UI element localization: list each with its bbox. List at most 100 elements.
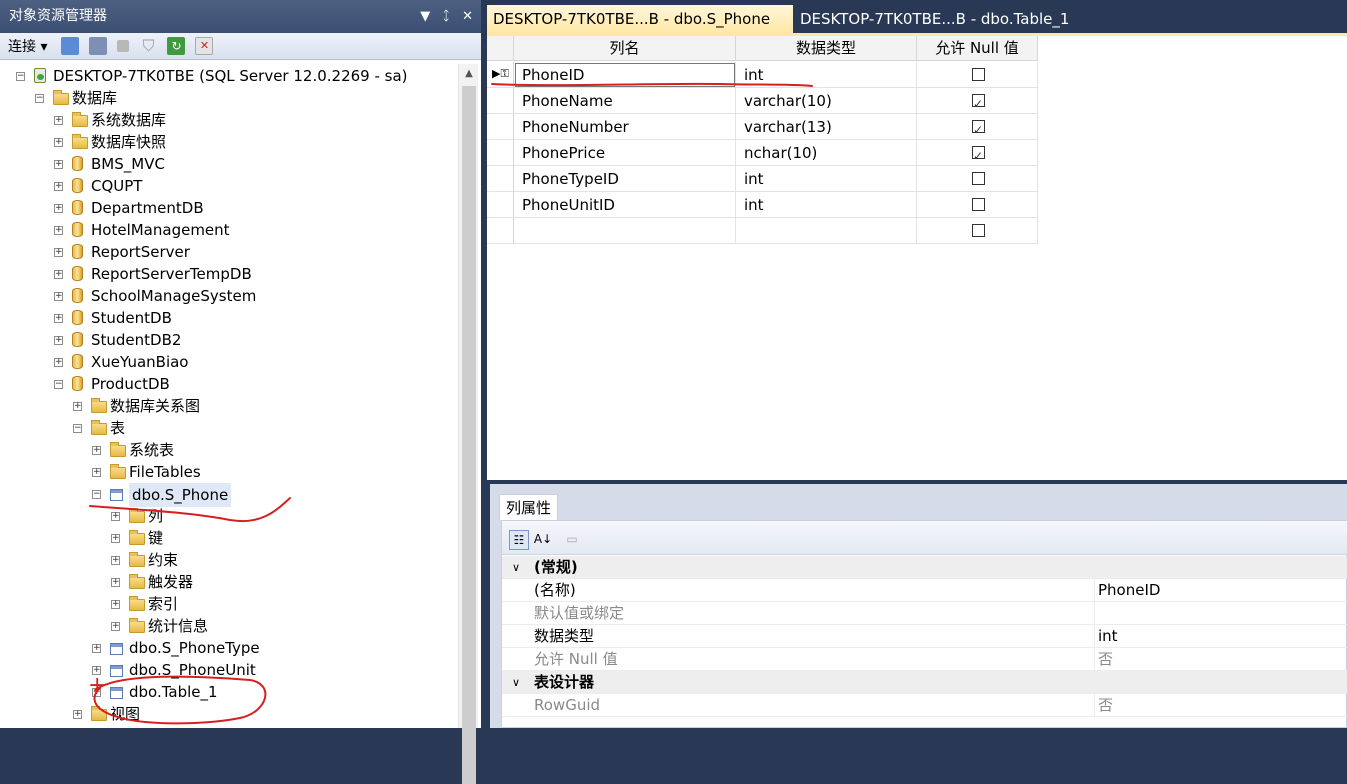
tree-node[interactable]: 系统表: [92, 439, 440, 461]
expand-icon[interactable]: [54, 138, 63, 147]
property-row[interactable]: 默认值或绑定: [502, 602, 1347, 625]
tree-node-label[interactable]: 约束: [148, 549, 178, 571]
table-row[interactable]: [487, 218, 1038, 244]
table-row[interactable]: ▶⚿ PhoneID int: [487, 62, 1038, 88]
connect-object-explorer-icon[interactable]: [61, 37, 80, 55]
allow-null-checkbox[interactable]: [972, 143, 985, 169]
data-type-cell[interactable]: int: [736, 62, 917, 88]
collapse-icon[interactable]: [54, 380, 63, 389]
sort-alphabetical-icon[interactable]: A↓: [533, 530, 553, 550]
data-type-cell[interactable]: varchar(10): [736, 88, 917, 114]
tree-node-label[interactable]: ReportServer: [91, 241, 190, 263]
collapse-icon[interactable]: [73, 424, 82, 433]
tree-node[interactable]: 触发器: [111, 571, 440, 593]
expand-icon[interactable]: [54, 358, 63, 367]
close-icon[interactable]: ✕: [462, 0, 473, 33]
stop-icon[interactable]: [117, 40, 130, 52]
tree-node-label[interactable]: 统计信息: [148, 615, 208, 637]
tree-node[interactable]: 视图: [73, 703, 440, 725]
tree-node[interactable]: DESKTOP-7TK0TBE (SQL Server 12.0.2269 - …: [16, 65, 440, 87]
row-selector[interactable]: ▶⚿: [487, 62, 514, 88]
allow-null-checkbox[interactable]: [972, 224, 985, 237]
tree-node[interactable]: 索引: [111, 593, 440, 615]
data-type-cell[interactable]: int: [736, 166, 917, 192]
expand-icon[interactable]: [54, 160, 63, 169]
expand-icon[interactable]: [111, 622, 120, 631]
row-selector[interactable]: [487, 114, 514, 140]
tree-node[interactable]: CQUPT: [54, 175, 440, 197]
tree-node-label[interactable]: 数据库关系图: [110, 395, 200, 417]
expand-icon[interactable]: [54, 292, 63, 301]
row-selector[interactable]: [487, 218, 514, 244]
filter-icon[interactable]: ⛉: [139, 37, 157, 55]
tree-node-label[interactable]: ReportServerTempDB: [91, 263, 252, 285]
tree-node-label[interactable]: dbo.S_PhoneType: [129, 637, 260, 659]
tree-node[interactable]: 系统数据库: [54, 109, 440, 131]
property-value[interactable]: 否: [1098, 648, 1113, 671]
tree-node[interactable]: StudentDB2: [54, 329, 440, 351]
row-selector[interactable]: [487, 88, 514, 114]
column-name-cell[interactable]: PhoneTypeID: [514, 166, 736, 192]
tree-node[interactable]: BMS_MVC: [54, 153, 440, 175]
tree-node[interactable]: dbo.S_PhoneUnit: [92, 659, 440, 681]
allow-null-checkbox[interactable]: [972, 198, 985, 211]
expand-icon[interactable]: [111, 512, 120, 521]
table-row[interactable]: PhoneName varchar(10): [487, 88, 1038, 117]
disconnect-icon[interactable]: [89, 37, 108, 55]
data-type-cell[interactable]: varchar(13): [736, 114, 917, 140]
tree-node-label[interactable]: HotelManagement: [91, 219, 230, 241]
tree-node[interactable]: 数据库: [35, 87, 440, 109]
row-selector[interactable]: [487, 140, 514, 166]
tree-node[interactable]: StudentDB: [54, 307, 440, 329]
scroll-up-arrow-icon[interactable]: ▲: [459, 64, 479, 84]
tree-node[interactable]: 数据库关系图: [73, 395, 440, 417]
chevron-down-icon[interactable]: ∨: [512, 556, 520, 579]
data-type-cell[interactable]: int: [736, 192, 917, 218]
table-row[interactable]: PhoneUnitID int: [487, 192, 1038, 218]
categorized-icon[interactable]: ☷: [509, 530, 529, 550]
tree-node-label[interactable]: BMS_MVC: [91, 153, 165, 175]
column-name-cell[interactable]: PhoneUnitID: [514, 192, 736, 218]
tree-node[interactable]: 约束: [111, 549, 440, 571]
collapse-icon[interactable]: [16, 72, 25, 81]
scrollbar-thumb[interactable]: [462, 86, 476, 784]
connect-button[interactable]: 连接 ▾: [8, 36, 47, 56]
expand-icon[interactable]: [54, 204, 63, 213]
column-name-cell[interactable]: PhoneNumber: [514, 114, 736, 140]
tree-node[interactable]: 键: [111, 527, 440, 549]
property-row[interactable]: (名称) PhoneID: [502, 579, 1347, 602]
tree-node-label[interactable]: 系统表: [129, 439, 174, 461]
tree-node-label[interactable]: DESKTOP-7TK0TBE (SQL Server 12.0.2269 - …: [53, 65, 408, 87]
expand-icon[interactable]: [54, 314, 63, 323]
tree-node[interactable]: dbo.Table_1: [92, 681, 440, 703]
tree-node-label[interactable]: CQUPT: [91, 175, 142, 197]
expand-icon[interactable]: [73, 402, 82, 411]
tree-node-label[interactable]: 索引: [148, 593, 178, 615]
table-row[interactable]: PhonePrice nchar(10): [487, 140, 1038, 169]
expand-icon[interactable]: [73, 710, 82, 719]
tree-node-label[interactable]: dbo.Table_1: [129, 681, 218, 703]
property-value[interactable]: int: [1098, 625, 1118, 648]
tree-node[interactable]: XueYuanBiao: [54, 351, 440, 373]
property-category[interactable]: ∨ 表设计器: [502, 671, 1347, 694]
expand-icon[interactable]: [111, 578, 120, 587]
property-category[interactable]: ∨ (常规): [502, 556, 1347, 579]
tree-node-label[interactable]: XueYuanBiao: [91, 351, 189, 373]
expand-icon[interactable]: [54, 248, 63, 257]
refresh-icon[interactable]: ↻: [167, 37, 186, 55]
pin-icon[interactable]: ᛨ: [442, 0, 450, 33]
tree-node-label[interactable]: StudentDB2: [91, 329, 181, 351]
tree-node[interactable]: 统计信息: [111, 615, 440, 637]
allow-null-checkbox[interactable]: [972, 91, 985, 117]
row-selector[interactable]: [487, 166, 514, 192]
column-name-cell[interactable]: [514, 218, 736, 244]
column-properties-tab[interactable]: 列属性: [499, 494, 559, 520]
expand-icon[interactable]: [111, 600, 120, 609]
chevron-down-icon[interactable]: ∨: [512, 671, 520, 694]
tree-node-label[interactable]: SchoolManageSystem: [91, 285, 256, 307]
activity-monitor-icon[interactable]: ✕: [195, 37, 214, 55]
tree-node-label[interactable]: FileTables: [129, 461, 201, 483]
expand-icon[interactable]: [111, 534, 120, 543]
tree-node-label[interactable]: 触发器: [148, 571, 193, 593]
tree-node[interactable]: DepartmentDB: [54, 197, 440, 219]
